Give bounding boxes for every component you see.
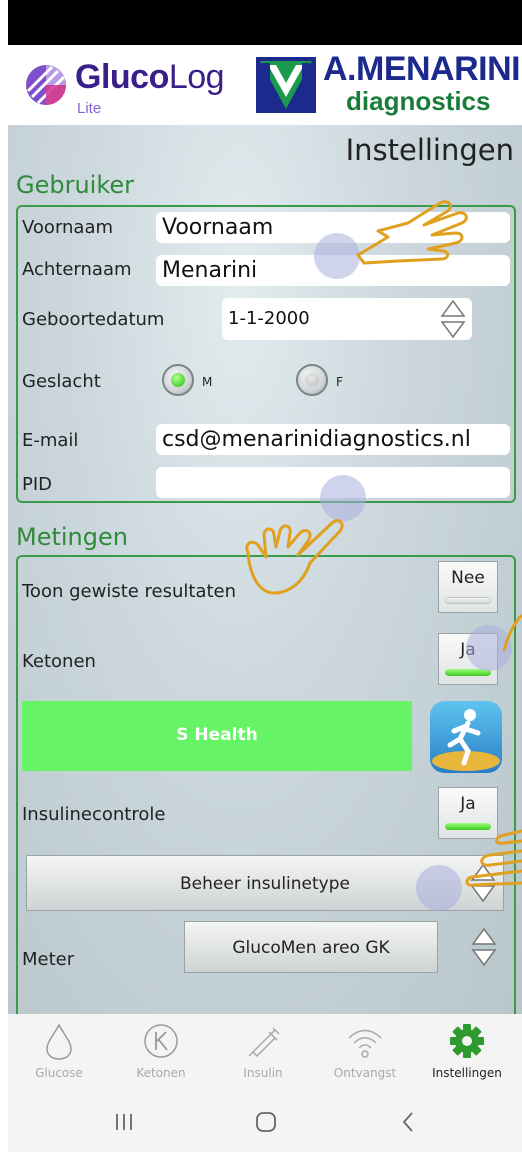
bottom-tab-bar: Glucose Ketonen Insulin Ontvangst Instel…	[8, 1014, 522, 1090]
ketone-k-icon	[144, 1024, 178, 1058]
email-label: E-mail	[22, 430, 79, 451]
back-icon[interactable]	[388, 1102, 428, 1142]
section-title-measurements: Metingen	[16, 523, 128, 551]
gear-icon	[450, 1024, 484, 1058]
tab-ketonen[interactable]: Ketonen	[110, 1014, 212, 1090]
ketones-label: Ketonen	[22, 651, 96, 672]
home-icon[interactable]	[246, 1102, 286, 1142]
meter-spinner-icon[interactable]	[471, 927, 497, 967]
pid-label: PID	[22, 474, 53, 495]
shealth-runner-icon[interactable]	[430, 701, 502, 773]
status-bar	[8, 0, 522, 45]
app-edition: Lite	[77, 100, 102, 117]
tab-ontvangst[interactable]: Ontvangst	[314, 1014, 416, 1090]
gender-female-radio[interactable]	[296, 364, 328, 396]
birthdate-label: Geboortedatum	[22, 309, 165, 330]
pointing-hand-icon	[245, 519, 344, 595]
page-title: Instellingen	[345, 133, 514, 167]
tab-insulin[interactable]: Insulin	[212, 1014, 314, 1090]
gender-label: Geslacht	[22, 371, 101, 392]
section-title-user: Gebruiker	[16, 171, 135, 199]
last-name-label: Achternaam	[22, 259, 132, 280]
show-deleted-toggle[interactable]: Nee	[438, 561, 498, 613]
system-navigation-bar	[8, 1090, 522, 1152]
touch-indicator	[416, 865, 462, 911]
insulin-check-label: Insulinecontrole	[22, 804, 166, 825]
drop-icon	[46, 1023, 72, 1060]
app-name: GlucoLog	[75, 58, 225, 96]
birthdate-spinner-icon[interactable]	[440, 299, 466, 339]
email-field[interactable]: csd@menarinidiagnostics.nl	[156, 424, 510, 455]
recent-apps-icon[interactable]	[104, 1102, 144, 1142]
gender-male-label: M	[202, 375, 213, 389]
wifi-icon	[348, 1029, 382, 1058]
app-header: GlucoLog Lite A.MENARINI diagnostics	[8, 45, 522, 125]
pointing-hand-icon	[502, 613, 522, 652]
settings-content[interactable]: Instellingen Gebruiker Voornaam Voornaam…	[8, 125, 522, 1014]
meter-label: Meter	[22, 949, 75, 970]
shealth-button[interactable]: S Health	[22, 701, 412, 771]
birthdate-field[interactable]: 1-1-2000	[222, 298, 472, 340]
gender-male-radio[interactable]	[162, 364, 194, 396]
tab-glucose[interactable]: Glucose	[8, 1014, 110, 1090]
syringe-icon	[248, 1027, 280, 1058]
first-name-label: Voornaam	[22, 217, 114, 238]
meter-select[interactable]: GlucoMen areo GK	[184, 921, 438, 973]
gender-female-label: F	[336, 375, 343, 389]
menarini-logo-icon	[256, 57, 316, 113]
brand-name: A.MENARINI	[323, 50, 521, 88]
screen-border	[0, 0, 8, 1152]
tab-instellingen[interactable]: Instellingen	[416, 1014, 518, 1090]
brand-subtitle: diagnostics	[346, 86, 491, 116]
show-deleted-label: Toon gewiste resultaten	[22, 581, 237, 602]
glucolog-logo-icon	[26, 65, 66, 105]
pointing-hand-icon	[356, 200, 468, 265]
pointing-hand-icon	[465, 829, 522, 887]
